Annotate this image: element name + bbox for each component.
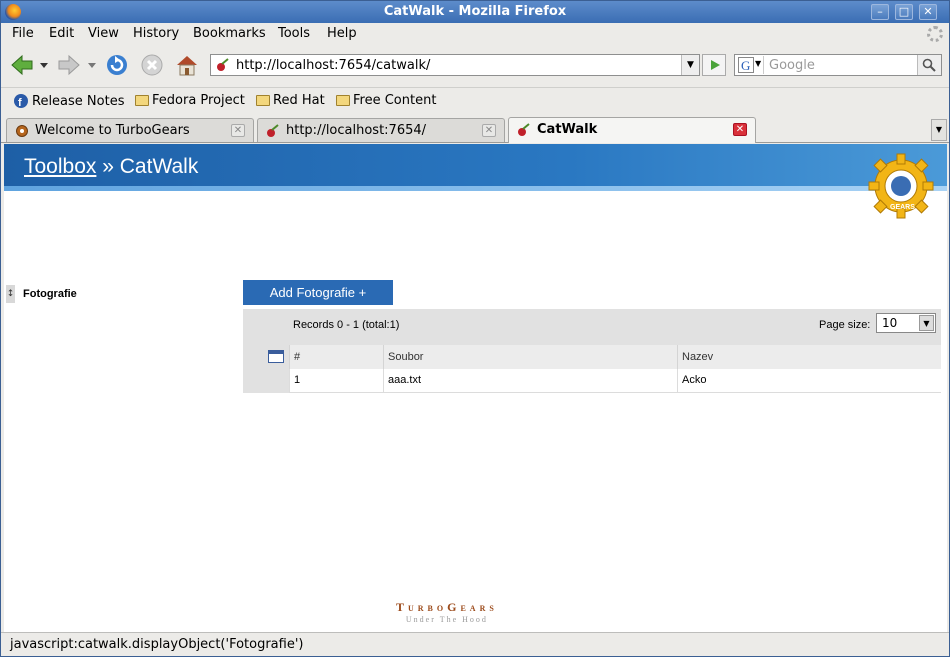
search-bar[interactable]: G ▼ Google <box>734 54 942 76</box>
tab-label: CatWalk <box>537 122 598 137</box>
tab-close-icon[interactable]: ✕ <box>482 124 496 137</box>
drag-handle-icon[interactable]: ↕ <box>6 285 15 303</box>
site-favicon-icon <box>217 58 229 71</box>
search-placeholder: Google <box>769 58 815 73</box>
column-chooser-icon[interactable] <box>268 350 284 363</box>
forward-history-dropdown-icon[interactable] <box>87 61 97 69</box>
google-icon: G <box>738 57 754 73</box>
back-history-dropdown-icon[interactable] <box>39 61 49 69</box>
menu-bookmarks[interactable]: Bookmarks <box>193 26 266 41</box>
go-button[interactable] <box>702 54 726 76</box>
bookmark-release-notes[interactable]: f Release Notes <box>13 93 124 109</box>
column-header-id[interactable]: # <box>289 345 384 369</box>
browser-window: CatWalk - Mozilla Firefox – □ ✕ File Edi… <box>0 0 950 657</box>
close-window-button[interactable]: ✕ <box>919 4 937 20</box>
gear-icon <box>16 125 28 137</box>
records-grid-panel: Records 0 - 1 (total:1) Page size: 10 ▼ … <box>243 309 941 393</box>
add-fotografie-button[interactable]: Add Fotografie + <box>243 280 393 305</box>
column-header-soubor[interactable]: Soubor <box>383 345 678 369</box>
page-content: Toolbox » CatWalk GEARS ↕ Fotografie Add… <box>4 144 947 632</box>
sidebar-item-label: Fotografie <box>23 288 77 300</box>
folder-icon <box>135 95 149 106</box>
breadcrumb-toolbox-link[interactable]: Toolbox <box>24 155 96 178</box>
site-favicon-icon <box>518 123 530 136</box>
page-header: Toolbox » CatWalk <box>4 144 947 191</box>
bookmark-fedora-project[interactable]: Fedora Project <box>135 93 245 108</box>
chevron-down-icon: ▼ <box>919 315 934 331</box>
back-arrow-icon[interactable] <box>9 52 35 78</box>
breadcrumb-current: CatWalk <box>119 155 199 178</box>
search-button[interactable] <box>917 55 941 75</box>
records-table: # Soubor Nazev 1 aaa.txt Acko <box>289 345 941 393</box>
home-icon[interactable] <box>174 52 200 78</box>
page-size-select[interactable]: 10 ▼ <box>876 313 936 333</box>
tab-localhost[interactable]: http://localhost:7654/ ✕ <box>257 118 505 142</box>
tab-catwalk[interactable]: CatWalk ✕ <box>508 117 756 143</box>
column-header-nazev[interactable]: Nazev <box>677 345 941 369</box>
table-header-row: # Soubor Nazev <box>289 345 941 369</box>
reload-icon[interactable] <box>104 52 130 78</box>
turbogears-gear-logo: GEARS <box>868 153 934 219</box>
tab-bar: Welcome to TurboGears ✕ http://localhost… <box>1 116 949 143</box>
menu-file[interactable]: File <box>12 26 34 41</box>
search-engine-selector[interactable]: G ▼ <box>736 56 764 74</box>
site-favicon-icon <box>267 124 279 137</box>
title-bar: CatWalk - Mozilla Firefox – □ ✕ <box>1 1 949 23</box>
tab-label: http://localhost:7654/ <box>286 123 427 138</box>
minimize-button[interactable]: – <box>871 4 889 20</box>
menu-view[interactable]: View <box>88 26 119 41</box>
status-text: javascript:catwalk.displayObject('Fotogr… <box>10 637 304 652</box>
menu-tools[interactable]: Tools <box>278 26 310 41</box>
bookmark-label: Fedora Project <box>152 93 245 108</box>
table-row[interactable]: 1 aaa.txt Acko <box>289 369 941 393</box>
go-arrow-icon <box>711 60 720 70</box>
svg-text:G: G <box>741 58 750 73</box>
bookmark-label: Red Hat <box>273 93 325 108</box>
stop-icon[interactable] <box>139 52 165 78</box>
footer-logo-tagline: Under The Hood <box>405 615 488 624</box>
magnifier-icon <box>922 58 936 72</box>
page-size-value: 10 <box>882 316 898 330</box>
forward-arrow-icon[interactable] <box>56 52 82 78</box>
window-title: CatWalk - Mozilla Firefox <box>383 4 567 19</box>
engine-dropdown-icon: ▼ <box>755 59 762 68</box>
tab-close-icon[interactable]: ✕ <box>733 123 747 136</box>
bookmark-free-content[interactable]: Free Content <box>336 93 436 108</box>
maximize-button[interactable]: □ <box>895 4 913 20</box>
url-text[interactable]: http://localhost:7654/catwalk/ <box>236 58 430 73</box>
cell-nazev[interactable]: Acko <box>677 369 941 393</box>
cell-id[interactable]: 1 <box>289 369 384 393</box>
breadcrumb: Toolbox » CatWalk <box>24 155 198 179</box>
folder-icon <box>256 95 270 106</box>
throbber-icon <box>927 26 943 42</box>
records-count: Records 0 - 1 (total:1) <box>293 319 400 331</box>
fedora-icon: f <box>14 94 28 109</box>
header-stripe <box>4 186 947 191</box>
menu-bar: File Edit View History Bookmarks Tools H… <box>1 23 949 45</box>
tab-welcome-turbogears[interactable]: Welcome to TurboGears ✕ <box>6 118 254 142</box>
page-size-label: Page size: <box>819 319 871 331</box>
nav-toolbar: http://localhost:7654/catwalk/ ▼ G ▼ Goo… <box>1 46 949 84</box>
tab-list-dropdown-icon[interactable]: ▼ <box>931 119 947 141</box>
menu-help[interactable]: Help <box>327 26 357 41</box>
tab-close-icon[interactable]: ✕ <box>231 124 245 137</box>
bookmark-red-hat[interactable]: Red Hat <box>256 93 325 108</box>
menu-edit[interactable]: Edit <box>49 26 74 41</box>
svg-text:f: f <box>18 97 22 109</box>
menu-history[interactable]: History <box>133 26 179 41</box>
sidebar-item-fotografie[interactable]: ↕ Fotografie <box>6 285 77 303</box>
turbogears-footer-logo: TurboGears Under The Hood <box>396 600 498 624</box>
breadcrumb-separator: » <box>102 155 114 178</box>
tab-label: Welcome to TurboGears <box>35 123 190 138</box>
url-bar[interactable]: http://localhost:7654/catwalk/ ▼ <box>210 54 700 76</box>
status-bar: javascript:catwalk.displayObject('Fotogr… <box>1 632 949 656</box>
bookmark-label: Free Content <box>353 93 437 108</box>
bookmarks-toolbar: f Release Notes Fedora Project Red Hat F… <box>1 87 949 113</box>
cell-soubor[interactable]: aaa.txt <box>383 369 678 393</box>
logo-text: GEARS <box>890 204 915 211</box>
bookmark-label: Release Notes <box>32 93 125 109</box>
folder-icon <box>336 95 350 106</box>
footer-logo-name: TurboGears <box>396 600 498 614</box>
url-history-dropdown-icon[interactable]: ▼ <box>681 55 699 75</box>
